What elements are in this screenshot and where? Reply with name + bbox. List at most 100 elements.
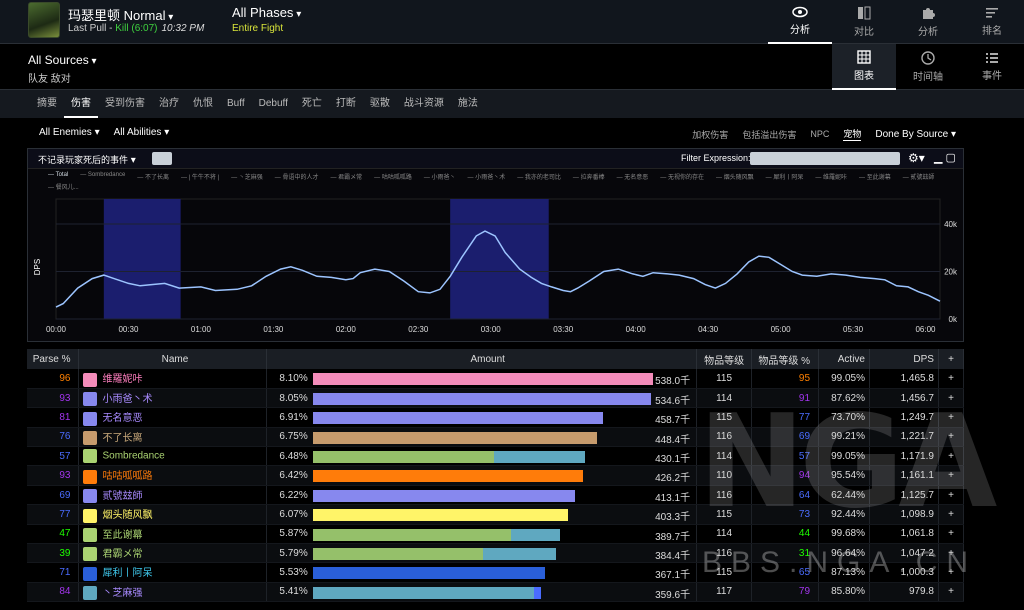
table-row[interactable]: 84 丶芝麻强 5.41% 359.6千 117 79 85.80% 979.8 + bbox=[27, 582, 965, 603]
col-amount[interactable]: Amount bbox=[266, 349, 698, 369]
npc-toggle[interactable]: NPC bbox=[810, 129, 829, 139]
player-name-cell[interactable]: 小雨爸丶术 bbox=[78, 388, 268, 409]
expand-button[interactable]: + bbox=[938, 524, 965, 545]
expand-button[interactable]: + bbox=[938, 407, 965, 428]
ilvl-value: 114 bbox=[696, 388, 753, 409]
clock-icon bbox=[921, 51, 935, 65]
tab-summary[interactable]: 摘要 bbox=[30, 90, 64, 118]
table-row[interactable]: 57 Sombredance 6.48% 430.1千 114 57 99.05% 1,171… bbox=[27, 446, 965, 467]
col-name[interactable]: Name bbox=[78, 349, 268, 369]
view-chart[interactable]: 图表 bbox=[832, 44, 896, 90]
x-tick-label: 01:00 bbox=[191, 325, 212, 334]
table-row[interactable]: 69 贰號玆師 6.22% 413.1千 116 64 62.44% 1,125.7 + bbox=[27, 485, 965, 506]
ilvl-pct-value: 94 bbox=[751, 465, 820, 486]
player-name[interactable]: 不了长离 bbox=[102, 433, 142, 444]
amount-value: 403.3千 bbox=[655, 512, 691, 524]
player-name-cell[interactable]: 至此谢幕 bbox=[78, 524, 268, 545]
dps-value: 1,221.7 bbox=[869, 427, 939, 448]
col-ilvl[interactable]: 物品等级 bbox=[696, 349, 753, 369]
player-name[interactable]: 至此谢幕 bbox=[102, 530, 142, 541]
table-row[interactable]: 39 君霸メ常 5.79% 384.4千 116 31 96.64% 1,047.2 + bbox=[27, 543, 965, 564]
report-tabs: 摘要 伤害 受到伤害 治疗 仇恨 Buff Debuff 死亡 打断 驱散 战斗… bbox=[0, 90, 1024, 118]
col-add[interactable]: + bbox=[938, 349, 965, 369]
x-tick-label: 03:00 bbox=[481, 325, 502, 334]
player-name[interactable]: Sombredance bbox=[102, 451, 164, 462]
nav-insights[interactable]: 分析 bbox=[896, 0, 960, 44]
nav-compare[interactable]: 对比 bbox=[832, 0, 896, 44]
col-dps[interactable]: DPS bbox=[869, 349, 939, 369]
table-row[interactable]: 47 至此谢幕 5.87% 389.7千 114 44 99.68% 1,061.8 + bbox=[27, 524, 965, 545]
tab-damage-done[interactable]: 伤害 bbox=[64, 90, 98, 118]
player-name-cell[interactable]: 君霸メ常 bbox=[78, 543, 268, 564]
table-row[interactable]: 71 犀利丨阿呆 5.53% 367.1千 115 65 87.13% 1,000.3 + bbox=[27, 562, 965, 583]
boss-selector[interactable]: 玛瑟里顿 Normal bbox=[68, 5, 173, 24]
abilities-dropdown[interactable]: All Abilities bbox=[114, 127, 170, 138]
source-selector[interactable]: All Sources bbox=[28, 53, 97, 67]
table-row[interactable]: 76 不了长离 6.75% 448.4千 116 69 99.21% 1,221.7 + bbox=[27, 427, 965, 448]
player-name[interactable]: 君霸メ常 bbox=[102, 549, 142, 560]
dps-line-chart[interactable]: 0k 20k 40k 00:00 00:30 01:00 01:30 02:00 02:30 03… bbox=[28, 149, 963, 341]
player-name-cell[interactable]: 不了长离 bbox=[78, 427, 268, 448]
player-name-cell[interactable]: 无名意恶 bbox=[78, 407, 268, 428]
player-name[interactable]: 烟头随风飘 bbox=[102, 510, 152, 521]
player-name-cell[interactable]: 丶芝麻强 bbox=[78, 582, 268, 603]
x-tick-label: 05:00 bbox=[771, 325, 792, 334]
player-name[interactable]: 犀利丨阿呆 bbox=[102, 568, 152, 579]
tab-casts[interactable]: 施法 bbox=[451, 90, 485, 118]
dps-value: 1,456.7 bbox=[869, 388, 939, 409]
expand-button[interactable]: + bbox=[938, 504, 965, 525]
phase-selector[interactable]: All Phases bbox=[232, 5, 301, 20]
player-name[interactable]: 小雨爸丶术 bbox=[102, 394, 152, 405]
spec-icon bbox=[83, 586, 98, 601]
col-ilvl-pct[interactable]: 物品等级 % bbox=[751, 349, 820, 369]
player-name[interactable]: 咕咕呱呱路 bbox=[102, 471, 152, 482]
x-tick-label: 03:30 bbox=[553, 325, 574, 334]
nav-analysis[interactable]: 分析 bbox=[768, 0, 832, 44]
table-row[interactable]: 77 烟头随风飘 6.07% 403.3千 115 73 92.44% 1,098.9 + bbox=[27, 504, 965, 525]
overkill-toggle[interactable]: 包括溢出伤害 bbox=[742, 128, 796, 141]
player-name[interactable]: 贰號玆師 bbox=[102, 491, 142, 502]
table-row[interactable]: 93 小雨爸丶术 8.05% 534.6千 114 91 87.62% 1,456.7 + bbox=[27, 388, 965, 409]
view-timeline[interactable]: 时间轴 bbox=[896, 44, 960, 90]
weighted-damage-toggle[interactable]: 加权伤害 bbox=[692, 128, 728, 141]
player-name[interactable]: 丶芝麻强 bbox=[102, 588, 142, 599]
tab-resources[interactable]: 战斗资源 bbox=[397, 90, 451, 118]
tab-dispels[interactable]: 驱散 bbox=[363, 90, 397, 118]
pets-toggle[interactable]: 宠物 bbox=[843, 127, 862, 141]
tab-interrupts[interactable]: 打断 bbox=[329, 90, 363, 118]
tab-threat[interactable]: 仇恨 bbox=[186, 90, 220, 118]
player-name-cell[interactable]: 维羅妮咔 bbox=[78, 369, 268, 389]
tab-buffs[interactable]: Buff bbox=[220, 90, 252, 118]
expand-button[interactable]: + bbox=[938, 562, 965, 583]
expand-button[interactable]: + bbox=[938, 369, 965, 389]
player-name[interactable]: 无名意恶 bbox=[102, 413, 142, 424]
tab-damage-taken[interactable]: 受到伤害 bbox=[98, 90, 152, 118]
col-parse[interactable]: Parse % bbox=[27, 349, 80, 369]
tab-deaths[interactable]: 死亡 bbox=[295, 90, 329, 118]
source-groups[interactable]: 队友 敌对 bbox=[28, 70, 71, 85]
table-row[interactable]: 93 咕咕呱呱路 6.42% 426.2千 110 94 95.54% 1,161.1 + bbox=[27, 465, 965, 486]
expand-button[interactable]: + bbox=[938, 485, 965, 506]
x-tick-label: 02:00 bbox=[336, 325, 357, 334]
player-name-cell[interactable]: 咕咕呱呱路 bbox=[78, 465, 268, 486]
player-name-cell[interactable]: 烟头随风飘 bbox=[78, 504, 268, 525]
col-active[interactable]: Active bbox=[818, 349, 870, 369]
enemies-dropdown[interactable]: All Enemies bbox=[39, 127, 100, 138]
expand-button[interactable]: + bbox=[938, 582, 965, 603]
player-name-cell[interactable]: 贰號玆師 bbox=[78, 485, 268, 506]
player-name[interactable]: 维羅妮咔 bbox=[102, 374, 142, 385]
tab-healing[interactable]: 治疗 bbox=[152, 90, 186, 118]
expand-button[interactable]: + bbox=[938, 465, 965, 486]
table-row[interactable]: 81 无名意恶 6.91% 458.7千 115 77 73.70% 1,249.7 + bbox=[27, 407, 965, 428]
player-name-cell[interactable]: 犀利丨阿呆 bbox=[78, 562, 268, 583]
view-events[interactable]: 事件 bbox=[960, 44, 1024, 90]
tab-debuffs[interactable]: Debuff bbox=[252, 90, 295, 118]
expand-button[interactable]: + bbox=[938, 446, 965, 467]
done-by-dropdown[interactable]: Done By Source bbox=[875, 129, 956, 140]
nav-rankings[interactable]: 排名 bbox=[960, 0, 1024, 44]
expand-button[interactable]: + bbox=[938, 427, 965, 448]
expand-button[interactable]: + bbox=[938, 388, 965, 409]
table-row[interactable]: 96 维羅妮咔 8.10% 538.0千 115 95 99.05% 1,465.8 + bbox=[27, 369, 965, 389]
player-name-cell[interactable]: Sombredance bbox=[78, 446, 268, 467]
expand-button[interactable]: + bbox=[938, 543, 965, 564]
